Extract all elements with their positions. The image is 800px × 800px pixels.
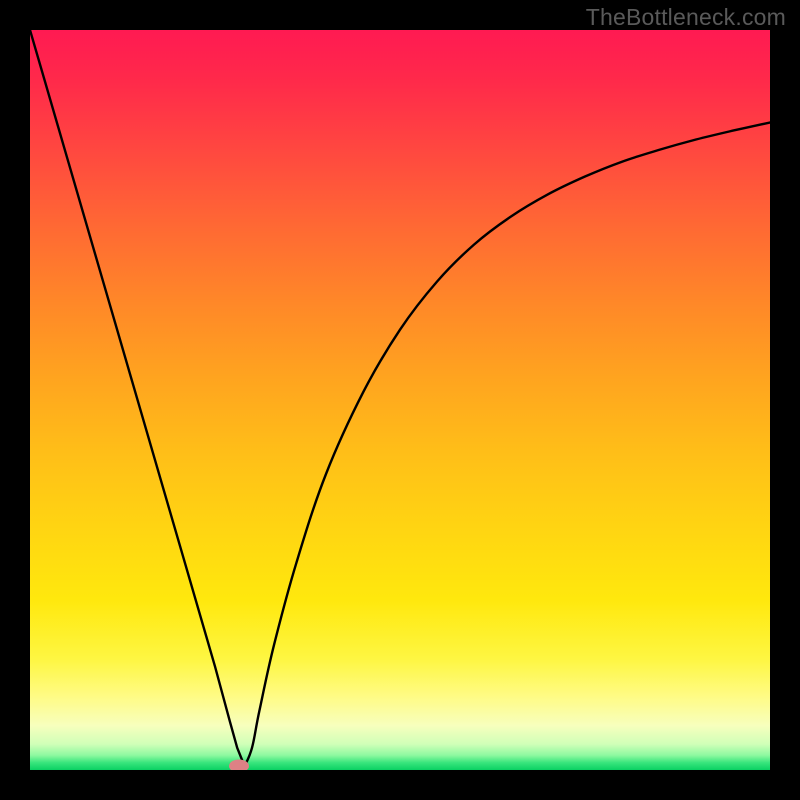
curve-svg xyxy=(30,30,770,770)
bottleneck-curve xyxy=(30,30,770,766)
chart-frame: TheBottleneck.com xyxy=(0,0,800,800)
minimum-marker xyxy=(229,760,249,770)
watermark-text: TheBottleneck.com xyxy=(586,4,786,31)
plot-area xyxy=(30,30,770,770)
